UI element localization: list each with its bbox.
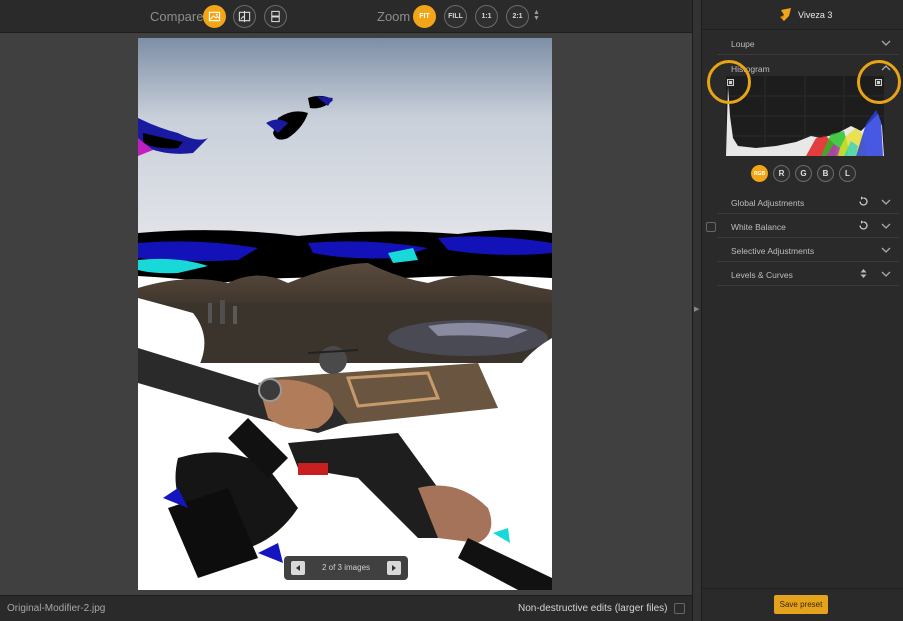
collapse-arrow-icon[interactable]: ▶ <box>694 305 699 313</box>
up-down-arrows-icon[interactable] <box>858 268 869 279</box>
nondestructive-checkbox[interactable] <box>674 603 685 614</box>
white-balance-section[interactable]: White Balance <box>717 214 899 238</box>
channel-rgb-button[interactable]: RGB <box>751 165 768 182</box>
chevron-down-icon[interactable] <box>881 221 891 231</box>
compare-label: Compare <box>150 9 204 24</box>
reset-icon[interactable] <box>858 196 869 207</box>
photo-render <box>138 38 552 590</box>
next-image-button[interactable] <box>387 561 401 575</box>
global-adjustments-title: Global Adjustments <box>731 198 805 208</box>
stacked-view-icon <box>271 10 280 23</box>
chevron-down-icon[interactable] <box>881 38 891 48</box>
loupe-title: Loupe <box>731 39 755 49</box>
zoom-fit-button[interactable]: FIT <box>413 5 436 28</box>
highlight-ring-left <box>707 60 751 104</box>
previous-image-button[interactable] <box>291 561 305 575</box>
channel-g-button[interactable]: G <box>795 165 812 182</box>
loupe-section[interactable]: Loupe <box>717 31 899 55</box>
selective-adjustments-section[interactable]: Selective Adjustments <box>717 238 899 262</box>
zoom-2-1-button[interactable]: 2:1 <box>506 5 529 28</box>
global-adjustments-section[interactable]: Global Adjustments <box>717 190 899 214</box>
channel-r-button[interactable]: R <box>773 165 790 182</box>
highlight-ring-right <box>857 60 901 104</box>
zoom-fill-button[interactable]: FILL <box>444 5 467 28</box>
compare-side-by-side-button[interactable] <box>264 5 287 28</box>
levels-curves-section[interactable]: Levels & Curves <box>717 262 899 286</box>
compare-single-button[interactable] <box>203 5 226 28</box>
triangle-left-icon <box>296 565 300 571</box>
chevron-down-icon[interactable] <box>881 245 891 255</box>
channel-l-button[interactable]: L <box>839 165 856 182</box>
channel-b-button[interactable]: B <box>817 165 834 182</box>
pager-text: 2 of 3 images <box>321 563 371 572</box>
white-balance-title: White Balance <box>731 222 786 232</box>
white-balance-checkbox[interactable] <box>706 222 716 232</box>
save-preset-button[interactable]: Save preset <box>774 595 828 614</box>
reset-icon[interactable] <box>858 220 869 231</box>
triangle-right-icon <box>392 565 396 571</box>
zoom-1-1-button[interactable]: 1:1 <box>475 5 498 28</box>
zoom-label: Zoom <box>377 9 411 24</box>
preview-canvas: 2 of 3 images <box>0 33 692 595</box>
zoom-stepper-icon[interactable]: ▲ ▼ <box>533 9 540 22</box>
viveza-logo-icon <box>780 8 791 21</box>
selective-adjustments-title: Selective Adjustments <box>731 246 815 256</box>
panel-footer: Save preset <box>702 588 903 621</box>
status-bar: Original-Modifier-2.jpg Non-destructive … <box>0 595 692 621</box>
top-toolbar: Compare Zoom FIT FILL 1:1 2:1 ▲ ▼ <box>0 0 692 33</box>
nondestructive-label: Non-destructive edits (larger files) <box>518 603 668 614</box>
preview-image[interactable] <box>138 38 552 590</box>
levels-curves-title: Levels & Curves <box>731 270 793 280</box>
panel-divider[interactable]: ▶ <box>692 0 702 621</box>
split-view-icon <box>238 10 251 23</box>
brand-header: Viveza 3 <box>702 0 903 30</box>
filename-label: Original-Modifier-2.jpg <box>7 603 106 614</box>
chevron-down-icon[interactable] <box>881 197 891 207</box>
chevron-down-icon[interactable] <box>881 269 891 279</box>
viveza-window: Compare Zoom FIT FILL 1:1 2:1 ▲ ▼ 2 of 3… <box>0 0 903 621</box>
image-icon <box>208 11 221 22</box>
compare-split-button[interactable] <box>233 5 256 28</box>
app-name: Viveza 3 <box>798 10 833 20</box>
image-pager: 2 of 3 images <box>284 556 408 580</box>
